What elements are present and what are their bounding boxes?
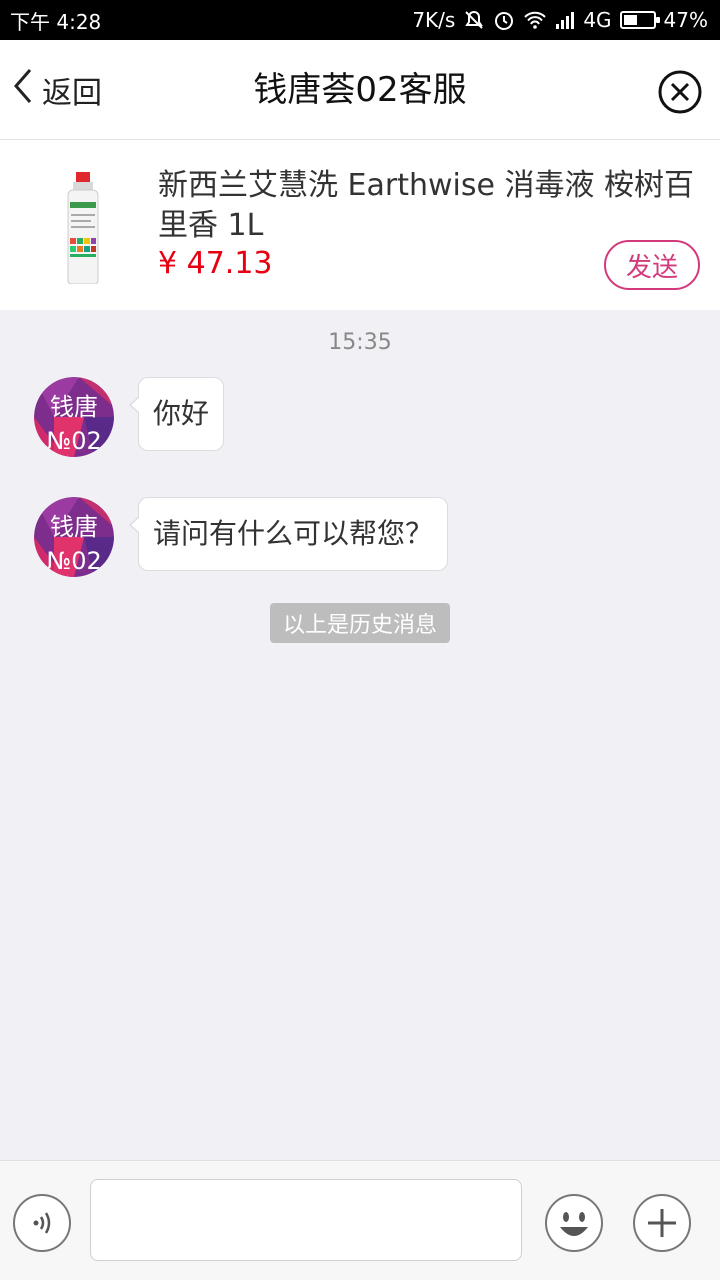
- battery-text: 47%: [663, 8, 708, 32]
- history-divider: 以上是历史消息: [270, 603, 450, 643]
- avatar-text-top: 钱唐: [50, 513, 98, 541]
- signal-icon: [555, 11, 575, 29]
- status-time: 下午 4:28: [10, 9, 102, 34]
- status-bar: 下午 4:28 7K/s 4G 47%: [0, 0, 720, 40]
- chat-timestamp: 15:35: [328, 330, 392, 355]
- more-button[interactable]: [632, 1193, 692, 1253]
- avatar[interactable]: 钱唐 №02: [34, 497, 114, 577]
- plus-icon: [632, 1194, 692, 1257]
- avatar-text-bottom: №02: [46, 427, 102, 455]
- voice-icon: [12, 1194, 72, 1257]
- avatar-text-top: 钱唐: [50, 393, 98, 421]
- header: 返回 钱唐荟02客服: [0, 40, 720, 140]
- product-price: ¥ 47.13: [158, 246, 273, 281]
- message-bubble[interactable]: 请问有什么可以帮您？: [128, 497, 449, 571]
- battery-icon: [619, 11, 660, 29]
- page-title: 钱唐荟02客服: [253, 70, 467, 110]
- emoji-button[interactable]: [544, 1193, 604, 1253]
- product-image: [58, 172, 108, 285]
- message-bubble[interactable]: 你好: [128, 377, 225, 451]
- voice-button[interactable]: [12, 1193, 72, 1253]
- product-card[interactable]: 新西兰艾慧洗 Earthwise 消毒液 桉树百里香 1L ¥ 47.13 发送: [0, 140, 720, 310]
- avatar[interactable]: 钱唐 №02: [34, 377, 114, 457]
- alarm-icon: [493, 9, 515, 31]
- chat-area[interactable]: 15:35 钱唐 №02 你好 钱唐 №02 请问有什么可以帮您？ 以上是历史消…: [0, 310, 720, 1160]
- send-product-button[interactable]: 发送: [604, 240, 700, 290]
- product-title: 新西兰艾慧洗 Earthwise 消毒液 桉树百里香 1L: [158, 168, 695, 243]
- input-bar: [0, 1160, 720, 1280]
- close-button[interactable]: [658, 70, 702, 114]
- mute-bell-icon: [463, 9, 485, 31]
- network-type: 4G: [583, 8, 612, 32]
- emoji-icon: [544, 1194, 604, 1257]
- close-icon: [658, 70, 702, 118]
- wifi-icon: [523, 10, 547, 30]
- net-speed: 7K/s: [412, 8, 456, 32]
- avatar-text-bottom: №02: [46, 547, 102, 575]
- message-input[interactable]: [90, 1179, 522, 1261]
